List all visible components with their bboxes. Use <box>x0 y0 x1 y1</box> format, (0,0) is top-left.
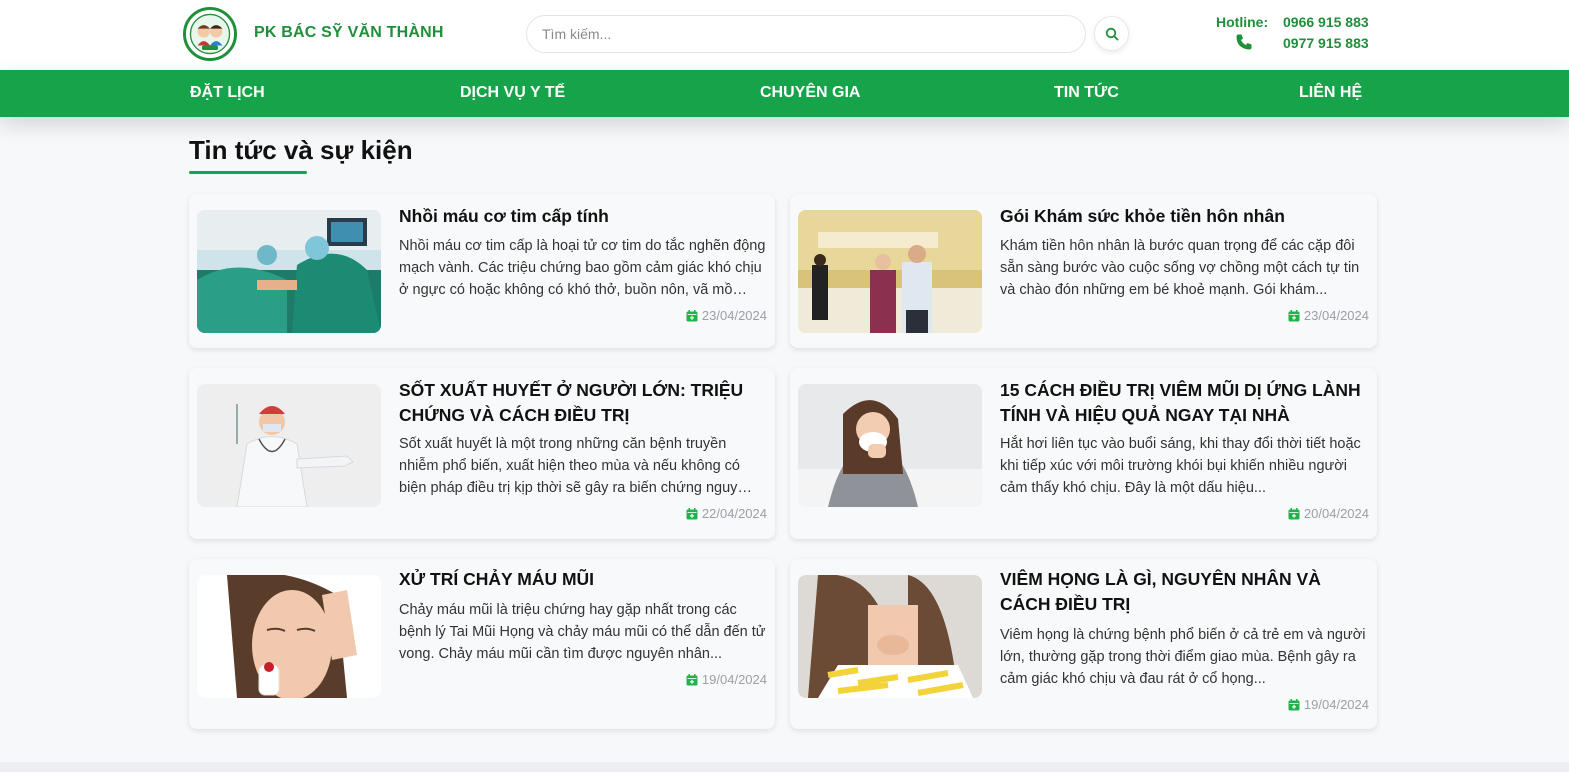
nav-item-booking[interactable]: ĐẶT LỊCH <box>190 84 265 102</box>
calendar-icon <box>686 673 698 685</box>
section-title: Tin tức và sự kiện <box>189 135 413 165</box>
article-date-text: 23/04/2024 <box>1303 308 1369 323</box>
article-title[interactable]: 15 CÁCH ĐIỀU TRỊ VIÊM MŨI DỊ ỨNG LÀNH TÍ… <box>1000 378 1369 428</box>
article-excerpt: Khám tiền hôn nhân là bước quan trọng để… <box>1000 238 1360 298</box>
title-underline <box>189 171 307 174</box>
article-excerpt: Sốt xuất huyết là một trong những căn bệ… <box>399 436 740 496</box>
footer-strip <box>0 762 1569 772</box>
article-title[interactable]: SỐT XUẤT HUYẾT Ở NGƯỜI LỚN: TRIỆU CHỨNG … <box>399 378 767 428</box>
clinic-logo[interactable] <box>183 7 237 61</box>
brand-name[interactable]: PK BÁC SỸ VĂN THÀNH <box>254 24 444 42</box>
article-card[interactable]: SỐT XUẤT HUYẾT Ở NGƯỜI LỚN: TRIỆU CHỨNG … <box>189 368 775 539</box>
phone-icon <box>1236 34 1252 50</box>
hotline-number-2[interactable]: 0977 915 883 <box>1283 35 1369 51</box>
article-card[interactable]: VIÊM HỌNG LÀ GÌ, NGUYÊN NHÂN VÀ CÁCH ĐIỀ… <box>790 559 1377 729</box>
article-excerpt: Hắt hơi liên tục vào buổi sáng, khi thay… <box>1000 436 1361 496</box>
article-date: 19/04/2024 <box>1288 697 1369 712</box>
article-date: 23/04/2024 <box>1288 308 1369 323</box>
calendar-icon <box>686 309 698 321</box>
calendar-icon <box>1288 698 1300 710</box>
search-button[interactable] <box>1094 16 1129 51</box>
article-title[interactable]: Gói Khám sức khỏe tiền hôn nhân <box>1000 204 1369 229</box>
hotline-number-1[interactable]: 0966 915 883 <box>1283 14 1369 30</box>
article-date: 22/04/2024 <box>686 506 767 521</box>
calendar-icon <box>686 507 698 519</box>
article-thumbnail[interactable] <box>798 210 982 333</box>
nav-item-experts[interactable]: CHUYÊN GIA <box>760 84 860 102</box>
article-date-text: 19/04/2024 <box>1303 697 1369 712</box>
article-title[interactable]: XỬ TRÍ CHẢY MÁU MŨI <box>399 567 767 592</box>
main-nav: ĐẶT LỊCH DỊCH VỤ Y TẾ CHUYÊN GIA TIN TỨC… <box>0 70 1569 117</box>
article-title[interactable]: VIÊM HỌNG LÀ GÌ, NGUYÊN NHÂN VÀ CÁCH ĐIỀ… <box>1000 567 1369 617</box>
article-thumbnail[interactable] <box>798 384 982 507</box>
article-date-text: 23/04/2024 <box>701 308 767 323</box>
article-date-text: 19/04/2024 <box>701 672 767 687</box>
article-date-text: 20/04/2024 <box>1303 506 1369 521</box>
article-thumbnail[interactable] <box>197 575 381 698</box>
article-date: 20/04/2024 <box>1288 506 1369 521</box>
nav-item-services[interactable]: DỊCH VỤ Y TẾ <box>460 84 565 102</box>
article-thumbnail[interactable] <box>197 384 381 507</box>
nav-item-contact[interactable]: LIÊN HỆ <box>1299 84 1362 102</box>
article-excerpt: Chảy máu mũi là triệu chứng hay gặp nhất… <box>399 602 766 662</box>
search-icon <box>1105 27 1119 41</box>
article-excerpt: Nhồi máu cơ tim cấp là hoại tử cơ tim do… <box>399 238 766 298</box>
article-card[interactable]: Gói Khám sức khỏe tiền hôn nhân Khám tiề… <box>790 194 1377 348</box>
article-date: 19/04/2024 <box>686 672 767 687</box>
search-input[interactable] <box>526 15 1086 53</box>
hotline-label: Hotline: <box>1216 14 1269 30</box>
article-card[interactable]: 15 CÁCH ĐIỀU TRỊ VIÊM MŨI DỊ ỨNG LÀNH TÍ… <box>790 368 1377 539</box>
article-thumbnail[interactable] <box>798 575 982 698</box>
site-header: PK BÁC SỸ VĂN THÀNH Hotline: 0966 915 88… <box>0 0 1569 70</box>
article-card[interactable]: Nhồi máu cơ tim cấp tính Nhồi máu cơ tim… <box>189 194 775 348</box>
article-date: 23/04/2024 <box>686 308 767 323</box>
article-excerpt: Viêm họng là chứng bệnh phổ biến ở cả tr… <box>1000 627 1366 687</box>
article-title[interactable]: Nhồi máu cơ tim cấp tính <box>399 204 767 229</box>
calendar-icon <box>1288 309 1300 321</box>
article-date-text: 22/04/2024 <box>701 506 767 521</box>
article-card[interactable]: XỬ TRÍ CHẢY MÁU MŨI Chảy máu mũi là triệ… <box>189 559 775 729</box>
article-thumbnail[interactable] <box>197 210 381 333</box>
calendar-icon <box>1288 507 1300 519</box>
nav-item-news[interactable]: TIN TỨC <box>1054 84 1119 102</box>
